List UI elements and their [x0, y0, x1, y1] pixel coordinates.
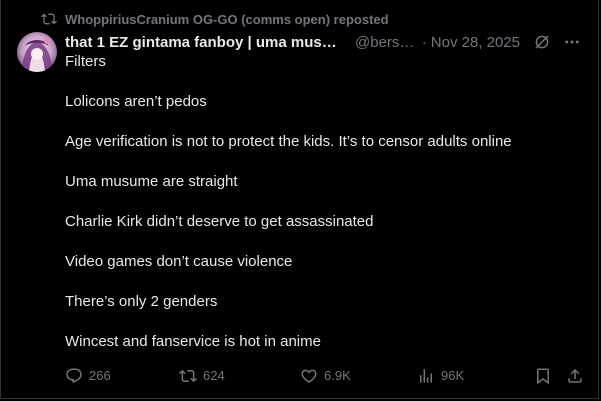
views-count: 96K — [441, 368, 465, 383]
more-icon[interactable] — [562, 32, 582, 52]
reply-icon — [65, 367, 83, 385]
grok-icon[interactable] — [532, 32, 552, 52]
bookmark-icon — [534, 367, 552, 385]
post-line: Filters — [65, 53, 106, 70]
post-line: Video games don’t cause violence — [65, 253, 293, 270]
post-line: Lolicons aren’t pedos — [65, 93, 207, 110]
like-button[interactable]: 6.9K — [300, 366, 351, 386]
views-button[interactable]: 96K — [417, 366, 464, 386]
author-handle[interactable]: @berserk — [355, 34, 416, 51]
avatar[interactable] — [17, 32, 57, 72]
share-icon — [566, 367, 584, 385]
separator-dot: · — [421, 33, 427, 51]
repost-icon — [179, 367, 197, 385]
post-card[interactable]: WhoppiriusCranium OG-GO (comms open) rep… — [0, 0, 599, 399]
like-count: 6.9K — [324, 368, 351, 383]
heart-icon — [300, 367, 318, 385]
post-text: Filters Lolicons aren’t pedos Age verifi… — [65, 52, 585, 372]
share-button[interactable] — [566, 366, 590, 386]
post-header: that 1 EZ gintama fanboy | uma musume fa… — [65, 32, 582, 52]
repost-indicator[interactable]: WhoppiriusCranium OG-GO (comms open) rep… — [41, 10, 389, 28]
post-line: Charlie Kirk didn’t deserve to get assas… — [65, 213, 374, 230]
post-line: Uma musume are straight — [65, 173, 238, 190]
post-line: Age verification is not to protect the k… — [65, 133, 512, 150]
post-line: Wincest and fanservice is hot in anime — [65, 333, 321, 350]
repost-count: 624 — [203, 368, 225, 383]
author-display-name[interactable]: that 1 EZ gintama fanboy | uma musume fa… — [65, 34, 341, 51]
post-line: There’s only 2 genders — [65, 293, 218, 310]
repost-icon — [41, 11, 57, 27]
repost-button[interactable]: 624 — [179, 366, 225, 386]
action-bar: 266 624 6.9K 96K — [65, 366, 585, 386]
post-date[interactable]: Nov 28, 2025 — [431, 34, 520, 51]
bookmark-button[interactable] — [534, 366, 558, 386]
repost-text[interactable]: WhoppiriusCranium OG-GO (comms open) rep… — [65, 12, 389, 27]
reply-button[interactable]: 266 — [65, 366, 111, 386]
views-icon — [417, 367, 435, 385]
reply-count: 266 — [89, 368, 111, 383]
